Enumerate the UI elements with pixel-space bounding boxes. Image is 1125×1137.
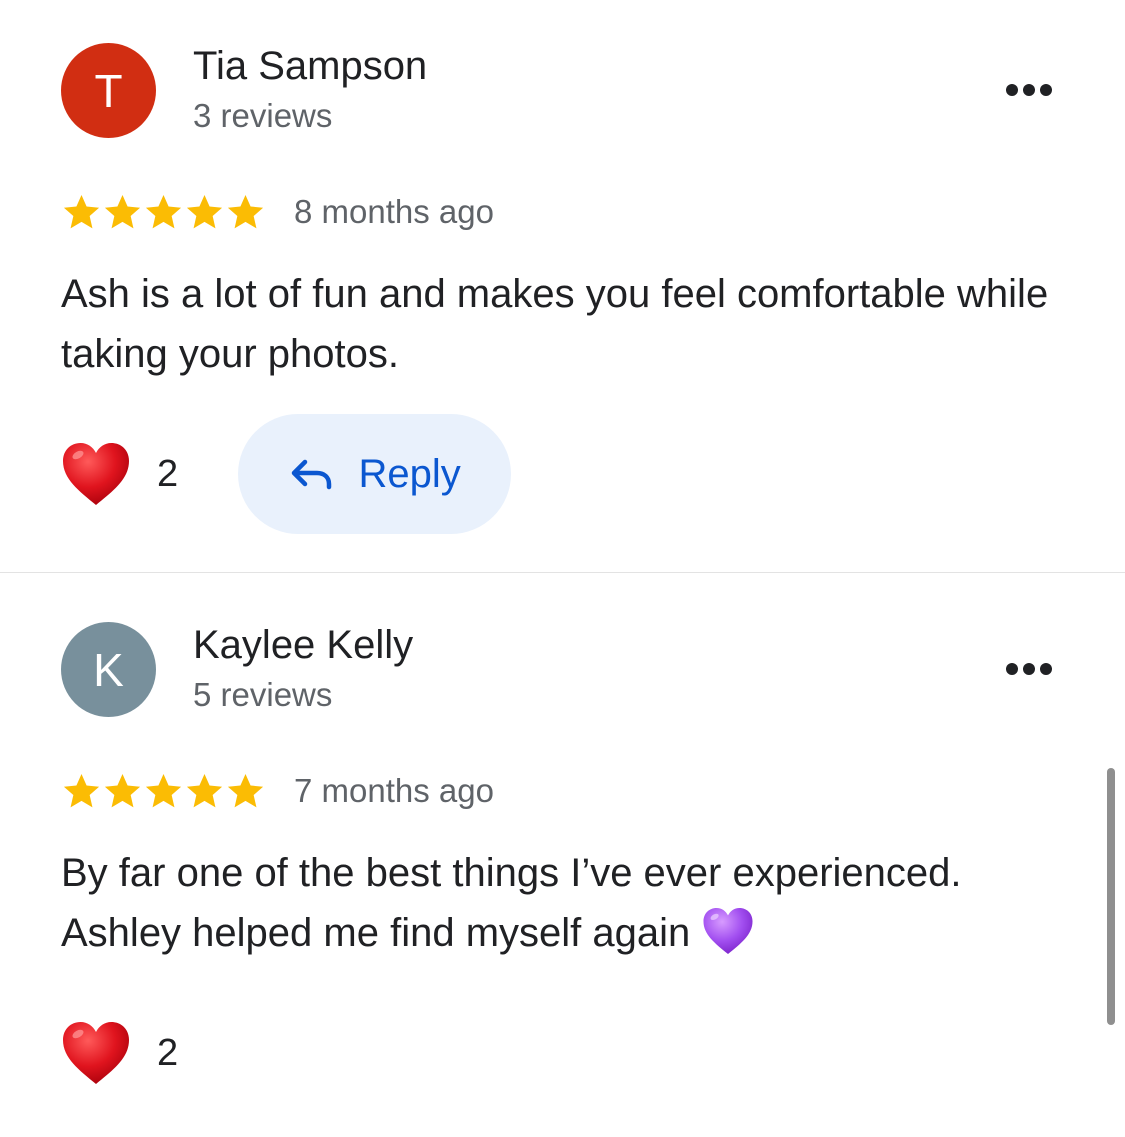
more-dot-icon	[1040, 84, 1052, 96]
star-icon	[145, 195, 182, 229]
rating-row: 7 months ago	[61, 771, 494, 811]
more-dot-icon	[1023, 663, 1035, 675]
reviewer-name[interactable]: Tia Sampson	[193, 44, 427, 89]
review-text: Ash is a lot of fun and makes you feel c…	[61, 264, 1071, 384]
star-icon	[63, 195, 100, 229]
review-date: 8 months ago	[294, 193, 494, 230]
like-button[interactable]: 2	[61, 441, 178, 507]
more-dot-icon	[1006, 84, 1018, 96]
like-count: 2	[157, 452, 179, 495]
star-icon	[63, 774, 100, 808]
review-actions: 2	[61, 993, 178, 1113]
review-text-content: By far one of the best things I’ve ever …	[61, 851, 962, 955]
reply-label: Reply	[358, 451, 461, 496]
more-dot-icon	[1023, 84, 1035, 96]
star-rating	[61, 771, 266, 811]
star-icon	[145, 774, 182, 808]
more-options-button[interactable]	[998, 654, 1060, 684]
star-icon	[104, 195, 141, 229]
scrollbar[interactable]	[1107, 768, 1115, 1025]
star-icon	[227, 774, 264, 808]
reviewer-review-count: 3 reviews	[193, 97, 333, 134]
like-button[interactable]: 2	[61, 1020, 178, 1086]
review-card: K Kaylee Kelly 5 reviews 7 months ago By…	[0, 573, 1125, 1137]
avatar-initial: T	[94, 64, 123, 117]
avatar[interactable]: T	[61, 43, 156, 138]
reviewer-review-count: 5 reviews	[193, 676, 333, 713]
review-text: By far one of the best things I’ve ever …	[61, 843, 1071, 963]
review-actions: 2 Reply	[61, 414, 512, 534]
reviewer-name[interactable]: Kaylee Kelly	[193, 623, 413, 668]
star-icon	[186, 774, 223, 808]
star-icon	[186, 195, 223, 229]
red-heart-icon	[63, 1022, 129, 1084]
purple-heart-icon	[703, 908, 753, 955]
red-heart-icon	[63, 443, 129, 505]
review-text-content: Ash is a lot of fun and makes you feel c…	[61, 272, 1049, 376]
star-rating	[61, 192, 266, 232]
star-icon	[227, 195, 264, 229]
review-card: T Tia Sampson 3 reviews 8 months ago Ash…	[0, 0, 1125, 572]
like-count: 2	[157, 1031, 179, 1074]
avatar[interactable]: K	[61, 622, 156, 717]
review-date: 7 months ago	[294, 772, 494, 809]
more-dot-icon	[1040, 663, 1052, 675]
reply-arrow-icon	[291, 459, 331, 490]
rating-row: 8 months ago	[61, 192, 494, 232]
avatar-initial: K	[93, 643, 124, 696]
more-dot-icon	[1006, 663, 1018, 675]
reply-button[interactable]: Reply	[238, 414, 512, 534]
star-icon	[104, 774, 141, 808]
more-options-button[interactable]	[998, 75, 1060, 105]
